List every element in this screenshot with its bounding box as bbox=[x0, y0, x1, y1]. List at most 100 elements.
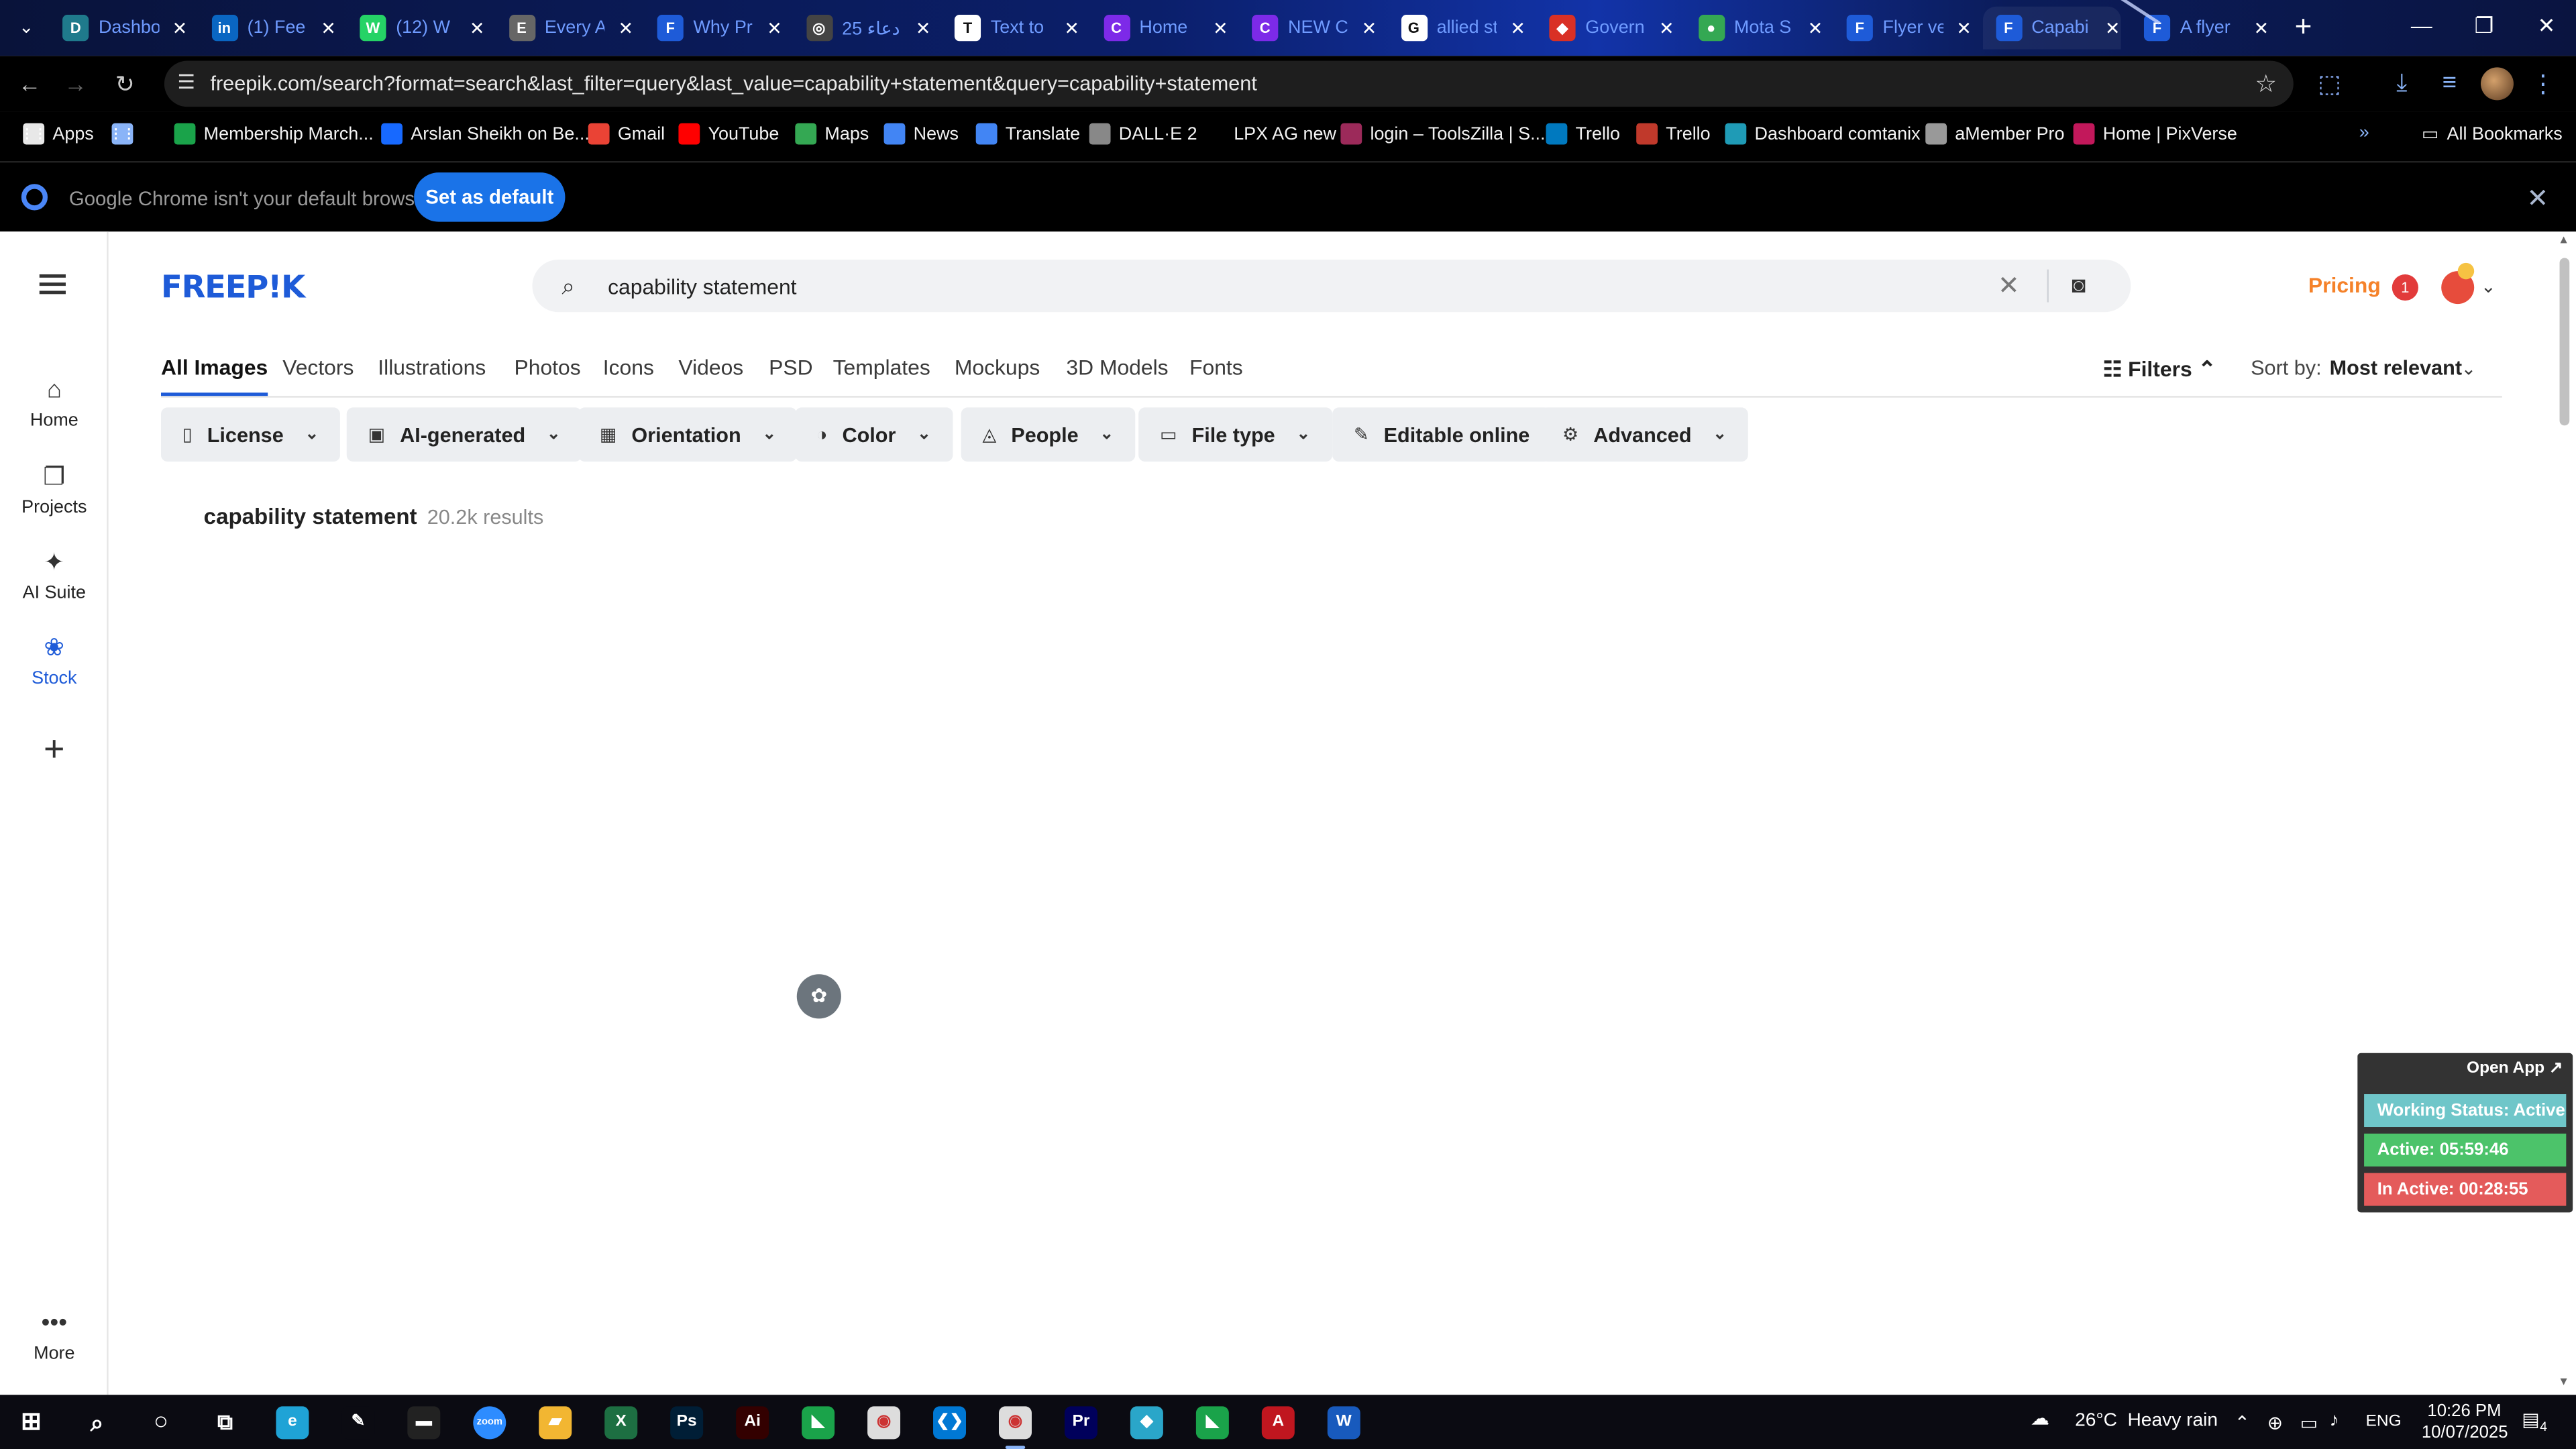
new-tab-button[interactable]: + bbox=[2287, 10, 2320, 44]
back-button[interactable]: ← bbox=[13, 67, 46, 100]
tab-close-icon[interactable]: ✕ bbox=[767, 17, 782, 38]
chip-people[interactable]: ◬ People ⌄ bbox=[961, 407, 1135, 462]
tab-fonts[interactable]: Fonts bbox=[1189, 355, 1243, 380]
tab-close-icon[interactable]: ✕ bbox=[1362, 17, 1377, 38]
bookmark-grid-icon[interactable]: ⋮⋮ bbox=[109, 123, 136, 145]
notification-center-icon[interactable]: ▤ bbox=[2522, 1408, 2540, 1431]
add-icon[interactable]: + bbox=[38, 728, 70, 771]
tab-photos[interactable]: Photos bbox=[515, 355, 581, 380]
bookmark-bookmark[interactable]: Membership March... bbox=[174, 123, 374, 145]
task-view-icon[interactable]: ⧉ bbox=[209, 1406, 241, 1439]
tab-close-icon[interactable]: ✕ bbox=[1808, 17, 1823, 38]
edge-icon[interactable]: e bbox=[276, 1406, 309, 1440]
explorer-icon[interactable]: ▰ bbox=[539, 1406, 572, 1440]
tab-close-icon[interactable]: ✕ bbox=[1213, 17, 1228, 38]
close-window-button[interactable]: ✕ bbox=[2514, 7, 2576, 46]
excel-icon[interactable]: X bbox=[604, 1406, 638, 1440]
tab-3d-models[interactable]: 3D Models bbox=[1066, 355, 1168, 380]
bookmark-toolszilla[interactable]: login – ToolsZilla | S... bbox=[1340, 123, 1546, 145]
restore-button[interactable]: ❐ bbox=[2451, 7, 2517, 46]
tab-close-icon[interactable]: ✕ bbox=[2105, 17, 2121, 38]
pen-icon[interactable]: ✎ bbox=[341, 1406, 375, 1440]
tray-chevron-up-icon[interactable]: ⌃ bbox=[2235, 1411, 2251, 1434]
all-bookmarks[interactable]: ▭ All Bookmarks bbox=[2422, 123, 2563, 145]
tab-vectors[interactable]: Vectors bbox=[282, 355, 354, 380]
browser-tab[interactable]: E Every A ✕ bbox=[495, 7, 633, 50]
tab-psd[interactable]: PSD bbox=[769, 355, 812, 380]
camera-search-icon[interactable]: ◙ bbox=[2072, 271, 2086, 297]
browser-tab[interactable]: C NEW C ✕ bbox=[1239, 7, 1377, 50]
infobar-close-icon[interactable]: ✕ bbox=[2527, 182, 2549, 215]
chip-orientation[interactable]: ▦ Orientation ⌄ bbox=[578, 407, 798, 462]
extensions-icon[interactable]: ⬚ bbox=[2313, 69, 2346, 99]
photoshop-icon[interactable]: Ps bbox=[670, 1406, 704, 1440]
browser-tab[interactable]: F A flyer ✕ bbox=[2131, 7, 2269, 50]
zoom-icon[interactable]: zoom bbox=[473, 1406, 506, 1440]
cortana-circle-icon[interactable]: ○ bbox=[145, 1406, 178, 1439]
site-info-icon[interactable]: ☰ bbox=[177, 70, 195, 93]
browser-tab[interactable]: F Why Pr ✕ bbox=[644, 7, 782, 50]
reload-button[interactable]: ↻ bbox=[109, 67, 142, 100]
sidebar-more[interactable]: ••• More bbox=[0, 1309, 109, 1364]
bookmark-blank[interactable]: LPX AG new bbox=[1204, 123, 1336, 145]
illustrator-icon[interactable]: Ai bbox=[736, 1406, 769, 1440]
account-chevron-down-icon[interactable]: ⌄ bbox=[2481, 276, 2496, 297]
chrome-menu-icon[interactable]: ⋮ bbox=[2527, 69, 2560, 99]
tab-videos[interactable]: Videos bbox=[678, 355, 743, 380]
notification-badge[interactable]: 1 bbox=[2392, 274, 2418, 301]
tab-close-icon[interactable]: ✕ bbox=[2253, 17, 2269, 38]
tab-close-icon[interactable]: ✕ bbox=[172, 17, 188, 38]
bookmark-trello[interactable]: Trello bbox=[1546, 123, 1620, 145]
chip-ai-generated[interactable]: ▣ AI-generated ⌄ bbox=[346, 407, 582, 462]
tab-search-chevron-icon[interactable]: ⌄ bbox=[10, 13, 43, 43]
weather-temp[interactable]: 26°C bbox=[2075, 1411, 2117, 1431]
url-text[interactable]: freepik.com/search?format=search&last_fi… bbox=[210, 72, 1256, 95]
chip-color[interactable]: ◑ Color ⌄ bbox=[795, 407, 953, 462]
browser-tab[interactable]: ◎ 25 دعاء ✕ bbox=[793, 7, 930, 50]
tab-all-images[interactable]: All Images bbox=[161, 355, 268, 396]
pricing-link[interactable]: Pricing bbox=[2308, 273, 2381, 298]
tab-close-icon[interactable]: ✕ bbox=[1956, 17, 1972, 38]
browser-tab[interactable]: ● Mota S ✕ bbox=[1684, 7, 1823, 50]
browser-tab[interactable]: in (1) Fee ✕ bbox=[198, 7, 336, 50]
browser-tab[interactable]: F Flyer ve ✕ bbox=[1833, 7, 1972, 50]
clear-search-icon[interactable]: ✕ bbox=[1998, 270, 2020, 303]
word-icon[interactable]: W bbox=[1327, 1406, 1360, 1440]
browser-tab[interactable]: T Text to ✕ bbox=[941, 7, 1079, 50]
tab-close-icon[interactable]: ✕ bbox=[619, 17, 634, 38]
app-green2-icon[interactable]: ◣ bbox=[1195, 1406, 1229, 1440]
tab-close-icon[interactable]: ✕ bbox=[1510, 17, 1525, 38]
start-windows-icon[interactable]: ⊞ bbox=[15, 1406, 48, 1439]
chrome-icon[interactable]: ◉ bbox=[867, 1406, 901, 1440]
clock[interactable]: 10:26 PM 10/07/2025 bbox=[2422, 1401, 2508, 1444]
terminal-icon[interactable]: ▬ bbox=[407, 1406, 441, 1440]
chip-file-type[interactable]: ▭ File type ⌄ bbox=[1138, 407, 1332, 462]
sort-chevron-down-icon[interactable]: ⌄ bbox=[2461, 358, 2477, 379]
tab-icons[interactable]: Icons bbox=[603, 355, 654, 380]
hamburger-menu-icon[interactable] bbox=[39, 274, 66, 294]
scroll-down-icon[interactable]: ▼ bbox=[2558, 1377, 2569, 1388]
bookmark-openai[interactable]: DALL·E 2 bbox=[1089, 123, 1197, 145]
tab-close-icon[interactable]: ✕ bbox=[1659, 17, 1674, 38]
sort-dropdown[interactable]: Most relevant bbox=[2330, 356, 2462, 379]
scroll-up-icon[interactable]: ▲ bbox=[2558, 235, 2569, 246]
tab-close-icon[interactable]: ✕ bbox=[321, 17, 336, 38]
acrobat-icon[interactable]: A bbox=[1261, 1406, 1295, 1440]
minimize-button[interactable]: — bbox=[2389, 7, 2455, 46]
profile-avatar[interactable] bbox=[2480, 67, 2514, 101]
sidebar-item-projects[interactable]: ❐ Projects bbox=[0, 462, 109, 518]
app-green-icon[interactable]: ◣ bbox=[802, 1406, 835, 1440]
browser-tab[interactable]: D Dashbo ✕ bbox=[49, 7, 187, 50]
bookmark-pixverse[interactable]: Home | PixVerse bbox=[2073, 123, 2237, 145]
app-teal-icon[interactable]: ◆ bbox=[1130, 1406, 1163, 1440]
browser-tab[interactable]: C Home ✕ bbox=[1090, 7, 1228, 50]
tab-close-icon[interactable]: ✕ bbox=[470, 17, 485, 38]
chrome-active-icon[interactable]: ◉ bbox=[998, 1406, 1032, 1449]
browser-tab[interactable]: ◆ Govern ✕ bbox=[1536, 7, 1674, 50]
freepik-logo[interactable]: FREEP!K bbox=[161, 270, 305, 306]
more-bookmarks-icon[interactable]: » bbox=[2359, 123, 2369, 143]
bookmark-amember[interactable]: aMember Pro bbox=[1925, 123, 2065, 145]
vscode-icon[interactable]: ❮❯ bbox=[933, 1406, 967, 1440]
tab-illustrations[interactable]: Illustrations bbox=[378, 355, 486, 380]
premiere-icon[interactable]: Pr bbox=[1064, 1406, 1097, 1440]
